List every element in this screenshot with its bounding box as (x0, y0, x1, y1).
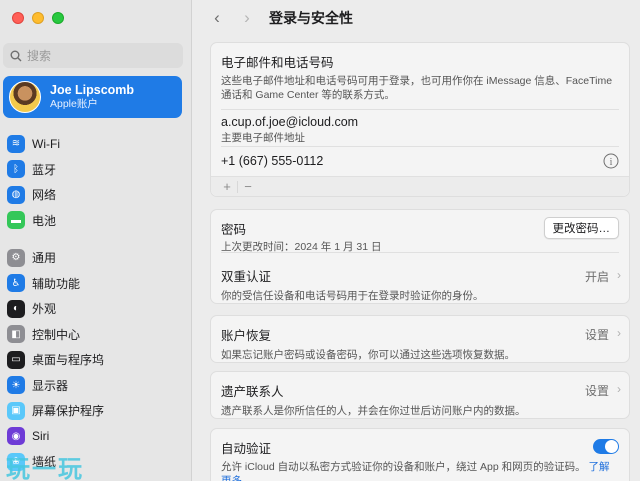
sidebar-item[interactable]: ≋ Wi-Fi (7, 131, 187, 157)
bluetooth-icon: ᛒ (7, 160, 25, 179)
back-button[interactable]: ‹ (207, 8, 227, 28)
toolbar: ‹ › 登录与安全性 (193, 0, 640, 36)
sidebar-group-connectivity: ≋ Wi-Fi ᛒ 蓝牙 ◍ 网络 ▬ 电池 (7, 131, 187, 233)
chevron-right-icon: › (617, 326, 621, 340)
sidebar-item[interactable]: ◧ 控制中心 (7, 322, 187, 348)
password-sub: 上次更改时间：2024 年 1 月 31 日 (221, 241, 382, 253)
email-row[interactable]: a.cup.of.joe@icloud.com 主要电子邮件地址 (211, 110, 629, 146)
sidebar-item-label: 电池 (32, 213, 57, 228)
chevron-right-icon: › (244, 8, 250, 27)
legacy-label: 遗产联系人 (221, 385, 284, 399)
recovery-desc: 如果忘记账户密码或设备密码，你可以通过这些选项恢复数据。 (221, 349, 515, 361)
sidebar-item-label: Siri (32, 429, 50, 444)
gear-icon: ⚙ (7, 248, 25, 267)
sidebar-item-label: 通用 (32, 251, 57, 266)
sidebar: Joe Lipscomb Apple账户 ≋ Wi-Fi ᛒ 蓝牙 ◍ 网络 ▬ 电池 ⚙ 通用… (0, 0, 192, 481)
search-icon (10, 50, 22, 61)
sidebar-item-label: Wi-Fi (32, 136, 60, 151)
page-title: 登录与安全性 (269, 10, 353, 26)
section-title: 电子邮件和电话号码 (221, 56, 334, 70)
autoverify-toggle[interactable] (593, 439, 619, 454)
email-value: a.cup.of.joe@icloud.com (221, 115, 359, 129)
apple-account-item[interactable]: Joe Lipscomb Apple账户 (3, 76, 182, 118)
zoom-button[interactable] (52, 12, 64, 24)
auto-verify-card: 自动验证 允许 iCloud 自动以私密方式验证你的设备和账户，绕过 App 和… (210, 428, 630, 481)
sidebar-item-label: 屏幕保护程序 (32, 404, 105, 419)
twofa-row[interactable]: 双重认证 你的受信任设备和电话号码用于在登录时验证你的身份。 开启 › (211, 253, 629, 305)
sidebar-group-system: ⚙ 通用 ♿ 辅助功能 ◐ 外观 ◧ 控制中心 ▭ 桌面与程序坞 ☀ 显示器 ▣ 屏幕保护程序 ◉ Siri ❀… (7, 245, 187, 475)
close-button[interactable] (12, 12, 24, 24)
section-desc: 这些电子邮件地址和电话号码可用于登录，也可用作你在 iMessage 信息、Fa… (221, 75, 613, 101)
autoverify-desc: 允许 iCloud 自动以私密方式验证你的设备和账户，绕过 App 和网页的验证… (221, 461, 586, 473)
autoverify-label: 自动验证 (221, 442, 272, 456)
main-content: ‹ › 登录与安全性 电子邮件和电话号码 这些电子邮件地址和电话号码可用于登录，… (193, 0, 640, 481)
screensaver-icon: ▣ (7, 401, 25, 420)
forward-button[interactable]: › (237, 8, 257, 28)
search-field[interactable] (3, 43, 183, 68)
sidebar-item[interactable]: ⚙ 通用 (7, 245, 187, 271)
accessibility-icon: ♿ (7, 274, 25, 293)
phone-row[interactable]: +1 (667) 555-0112 i (211, 147, 629, 179)
sidebar-item[interactable]: ▭ 桌面与程序坞 (7, 347, 187, 373)
legacy-contact-card[interactable]: 遗产联系人 遗产联系人是你所信任的人，并会在你过世后访问账户内的数据。 设置 › (210, 371, 630, 419)
twofa-desc: 你的受信任设备和电话号码用于在登录时验证你的身份。 (221, 290, 484, 302)
chevron-right-icon: › (617, 382, 621, 396)
email-sub: 主要电子邮件地址 (221, 132, 305, 144)
watermark: 玩一玩 (6, 455, 84, 481)
security-card: 密码 上次更改时间：2024 年 1 月 31 日 更改密码… 双重认证 你的受… (210, 209, 630, 304)
battery-icon: ▬ (7, 211, 25, 230)
twofa-label: 双重认证 (221, 270, 272, 284)
legacy-value: 设置 (584, 384, 609, 398)
display-icon: ☀ (7, 376, 25, 395)
chevron-right-icon: › (617, 268, 621, 282)
siri-icon: ◉ (7, 427, 25, 446)
add-button[interactable]: + (217, 179, 237, 194)
sidebar-item[interactable]: ▬ 电池 (7, 208, 187, 234)
chevron-left-icon: ‹ (214, 8, 220, 27)
password-row: 密码 上次更改时间：2024 年 1 月 31 日 更改密码… (211, 210, 629, 253)
twofa-value: 开启 (584, 270, 609, 284)
legacy-desc: 遗产联系人是你所信任的人，并会在你过世后访问账户内的数据。 (221, 405, 526, 417)
wifi-icon: ≋ (7, 134, 25, 153)
sidebar-item[interactable]: ◍ 网络 (7, 182, 187, 208)
sidebar-item-label: 控制中心 (32, 327, 81, 342)
add-remove-bar: + − (211, 176, 629, 196)
sidebar-item-label: 蓝牙 (32, 162, 57, 177)
sidebar-item-label: 辅助功能 (32, 276, 81, 291)
account-recovery-card[interactable]: 账户恢复 如果忘记账户密码或设备密码，你可以通过这些选项恢复数据。 设置 › (210, 315, 630, 363)
appearance-icon: ◐ (7, 299, 25, 318)
sidebar-item[interactable]: ☀ 显示器 (7, 373, 187, 399)
info-icon[interactable]: i (603, 153, 619, 169)
change-password-button[interactable]: 更改密码… (543, 217, 619, 239)
sidebar-item-label: 显示器 (32, 378, 69, 393)
account-sub: Apple账户 (50, 98, 98, 110)
sidebar-item-label: 网络 (32, 188, 57, 203)
account-name: Joe Lipscomb (50, 83, 135, 97)
sidebar-item[interactable]: ◐ 外观 (7, 296, 187, 322)
avatar (9, 81, 41, 113)
dock-icon: ▭ (7, 350, 25, 369)
autoverify-desc-wrap: 允许 iCloud 自动以私密方式验证你的设备和账户，绕过 App 和网页的验证… (221, 460, 619, 481)
phone-value: +1 (667) 555-0112 (221, 154, 324, 168)
recovery-label: 账户恢复 (221, 329, 272, 343)
email-phone-card: 电子邮件和电话号码 这些电子邮件地址和电话号码可用于登录，也可用作你在 iMes… (210, 42, 630, 197)
sidebar-item-label: 桌面与程序坞 (32, 353, 105, 368)
svg-text:i: i (610, 157, 613, 168)
network-icon: ◍ (7, 185, 25, 204)
control-center-icon: ◧ (7, 325, 25, 344)
sidebar-item[interactable]: ᛒ 蓝牙 (7, 157, 187, 183)
minimize-button[interactable] (32, 12, 44, 24)
sidebar-item[interactable]: ♿ 辅助功能 (7, 271, 187, 297)
sidebar-item[interactable]: ▣ 屏幕保护程序 (7, 398, 187, 424)
window-controls (12, 12, 64, 24)
remove-button[interactable]: − (238, 179, 258, 194)
recovery-value: 设置 (584, 328, 609, 342)
sidebar-item[interactable]: ◉ Siri (7, 424, 187, 450)
sidebar-item-label: 外观 (32, 302, 57, 317)
search-input[interactable] (27, 48, 167, 63)
